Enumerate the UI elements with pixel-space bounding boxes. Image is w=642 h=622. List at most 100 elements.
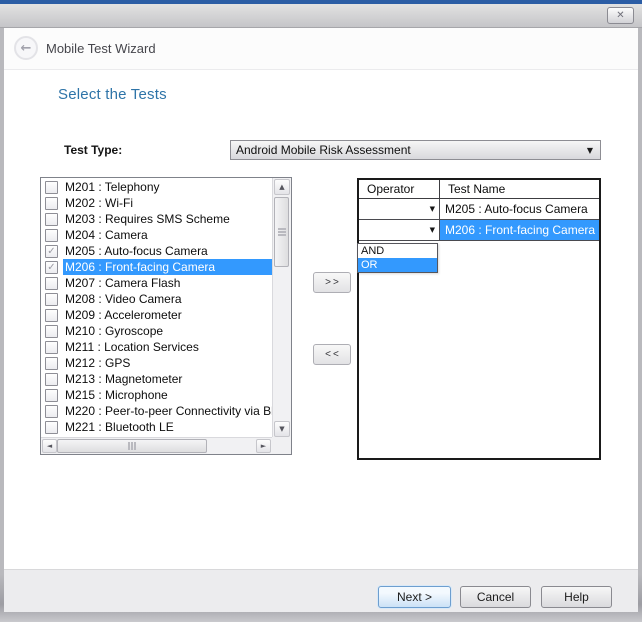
list-item[interactable]: M210 : Gyroscope xyxy=(41,323,272,339)
chevron-down-icon[interactable]: ▼ xyxy=(430,226,435,234)
operator-cell[interactable]: ▼ xyxy=(359,220,440,240)
dialog-panel: ← Mobile Test Wizard Select the Tests Te… xyxy=(4,28,638,612)
operator-column-header: Operator xyxy=(359,180,440,198)
list-item-label: M220 : Peer-to-peer Connectivity via Blu… xyxy=(63,403,272,419)
checkbox-icon[interactable] xyxy=(45,325,58,338)
available-tests-list[interactable]: M201 : TelephonyM202 : Wi-FiM203 : Requi… xyxy=(40,177,292,455)
scroll-up-button[interactable]: ▲ xyxy=(274,179,290,195)
list-item-label: M208 : Video Camera xyxy=(63,291,272,307)
list-item[interactable]: M212 : GPS xyxy=(41,355,272,371)
footer-bar: Next > Cancel Help xyxy=(4,569,638,612)
test-type-select[interactable]: Android Mobile Risk Assessment ▼ xyxy=(230,140,601,160)
checkbox-icon[interactable] xyxy=(45,405,58,418)
list-item-label: M209 : Accelerometer xyxy=(63,307,272,323)
test-type-value: Android Mobile Risk Assessment xyxy=(231,143,587,157)
operator-dropdown-popup[interactable]: ANDOR xyxy=(357,243,438,273)
checkbox-icon[interactable] xyxy=(45,181,58,194)
list-item-label: M207 : Camera Flash xyxy=(63,275,272,291)
close-icon: ✕ xyxy=(616,10,624,21)
chevron-down-icon[interactable]: ▼ xyxy=(430,205,435,213)
operator-cell[interactable]: ▼ xyxy=(359,199,440,219)
list-item[interactable]: M202 : Wi-Fi xyxy=(41,195,272,211)
list-item[interactable]: ✓ M206 : Front-facing Camera xyxy=(41,259,272,275)
checkbox-icon[interactable] xyxy=(45,277,58,290)
vertical-scrollbar[interactable]: ▲ ▼ xyxy=(272,178,291,438)
scroll-down-button[interactable]: ▼ xyxy=(274,421,290,437)
horizontal-scrollbar[interactable]: ◄ ► xyxy=(41,437,272,454)
remove-tests-button[interactable]: << xyxy=(313,344,351,365)
checkbox-icon[interactable] xyxy=(45,341,58,354)
checkbox-checked-icon[interactable]: ✓ xyxy=(45,245,58,258)
titlebar[interactable]: ✕ xyxy=(0,4,642,28)
checkbox-icon[interactable] xyxy=(45,309,58,322)
selected-tests-rows: ▼ M205 : Auto-focus Camera ▼ M206 : Front-f… xyxy=(359,199,599,241)
list-item[interactable]: M213 : Magnetometer xyxy=(41,371,272,387)
help-button[interactable]: Help xyxy=(541,586,612,608)
table-row: ▼ M206 : Front-facing Camera xyxy=(359,220,599,241)
test-name-column-header: Test Name xyxy=(440,180,599,198)
test-type-label: Test Type: xyxy=(64,140,122,160)
list-item[interactable]: M201 : Telephony xyxy=(41,179,272,195)
checkbox-icon[interactable] xyxy=(45,293,58,306)
list-item[interactable]: M204 : Camera xyxy=(41,227,272,243)
checkbox-icon[interactable] xyxy=(45,213,58,226)
checkbox-icon[interactable] xyxy=(45,197,58,210)
operator-option[interactable]: AND xyxy=(358,244,437,258)
list-item[interactable]: M203 : Requires SMS Scheme xyxy=(41,211,272,227)
list-item-label: M206 : Front-facing Camera xyxy=(63,259,272,275)
checkbox-icon[interactable] xyxy=(45,229,58,242)
scrollbar-corner xyxy=(272,437,291,454)
list-item-label: M205 : Auto-focus Camera xyxy=(63,243,272,259)
back-button[interactable]: ← xyxy=(14,36,38,60)
checkbox-checked-icon[interactable]: ✓ xyxy=(45,261,58,274)
checkbox-icon[interactable] xyxy=(45,357,58,370)
list-item-label: M211 : Location Services xyxy=(63,339,272,355)
list-item[interactable]: M207 : Camera Flash xyxy=(41,275,272,291)
list-item[interactable]: ✓ M205 : Auto-focus Camera xyxy=(41,243,272,259)
list-item-label: M221 : Bluetooth LE xyxy=(63,419,272,435)
mobile-test-wizard-window: ✕ ← Mobile Test Wizard Select the Tests … xyxy=(0,0,642,622)
checkbox-icon[interactable] xyxy=(45,421,58,434)
horizontal-scrollbar-thumb[interactable] xyxy=(57,439,207,453)
checkbox-icon[interactable] xyxy=(45,389,58,402)
operator-option[interactable]: OR xyxy=(358,258,437,272)
thumb-grip xyxy=(131,442,133,450)
list-item-label: M203 : Requires SMS Scheme xyxy=(63,211,272,227)
list-item-label: M210 : Gyroscope xyxy=(63,323,272,339)
list-item[interactable]: M220 : Peer-to-peer Connectivity via Blu… xyxy=(41,403,272,419)
add-tests-button[interactable]: >> xyxy=(313,272,351,293)
list-item[interactable]: M221 : Bluetooth LE xyxy=(41,419,272,435)
selected-tests-table[interactable]: Operator Test Name ▼ M205 : Auto-focus Ca… xyxy=(357,178,601,460)
wizard-header: ← Mobile Test Wizard xyxy=(4,28,638,70)
list-item-label: M212 : GPS xyxy=(63,355,272,371)
scroll-left-button[interactable]: ◄ xyxy=(42,439,57,453)
table-row: ▼ M205 : Auto-focus Camera xyxy=(359,199,599,220)
scroll-right-icon: ► xyxy=(261,442,266,450)
close-button[interactable]: ✕ xyxy=(607,7,634,24)
list-item-label: M215 : Microphone xyxy=(63,387,272,403)
list-item-label: M202 : Wi-Fi xyxy=(63,195,272,211)
scroll-up-icon: ▲ xyxy=(279,183,284,191)
operator-value xyxy=(359,203,363,215)
test-name-cell[interactable]: M206 : Front-facing Camera xyxy=(440,220,599,240)
vertical-scrollbar-thumb[interactable] xyxy=(274,197,289,267)
list-item[interactable]: M211 : Location Services xyxy=(41,339,272,355)
list-item[interactable]: M208 : Video Camera xyxy=(41,291,272,307)
table-header: Operator Test Name xyxy=(359,180,599,199)
list-item-label: M204 : Camera xyxy=(63,227,272,243)
cancel-button[interactable]: Cancel xyxy=(460,586,531,608)
list-item-label: M213 : Magnetometer xyxy=(63,371,272,387)
checkbox-icon[interactable] xyxy=(45,373,58,386)
test-name-cell[interactable]: M205 : Auto-focus Camera xyxy=(440,199,599,219)
list-item[interactable]: M209 : Accelerometer xyxy=(41,307,272,323)
wizard-title: Mobile Test Wizard xyxy=(46,28,156,70)
next-button[interactable]: Next > xyxy=(378,586,451,608)
list-item-label: M201 : Telephony xyxy=(63,179,272,195)
chevron-down-icon: ▼ xyxy=(587,146,600,155)
page-title: Select the Tests xyxy=(58,86,167,103)
list-item[interactable]: M215 : Microphone xyxy=(41,387,272,403)
back-arrow-icon: ← xyxy=(21,42,32,55)
scroll-right-button[interactable]: ► xyxy=(256,439,271,453)
thumb-grip xyxy=(278,231,286,233)
scroll-down-icon: ▼ xyxy=(279,425,284,433)
